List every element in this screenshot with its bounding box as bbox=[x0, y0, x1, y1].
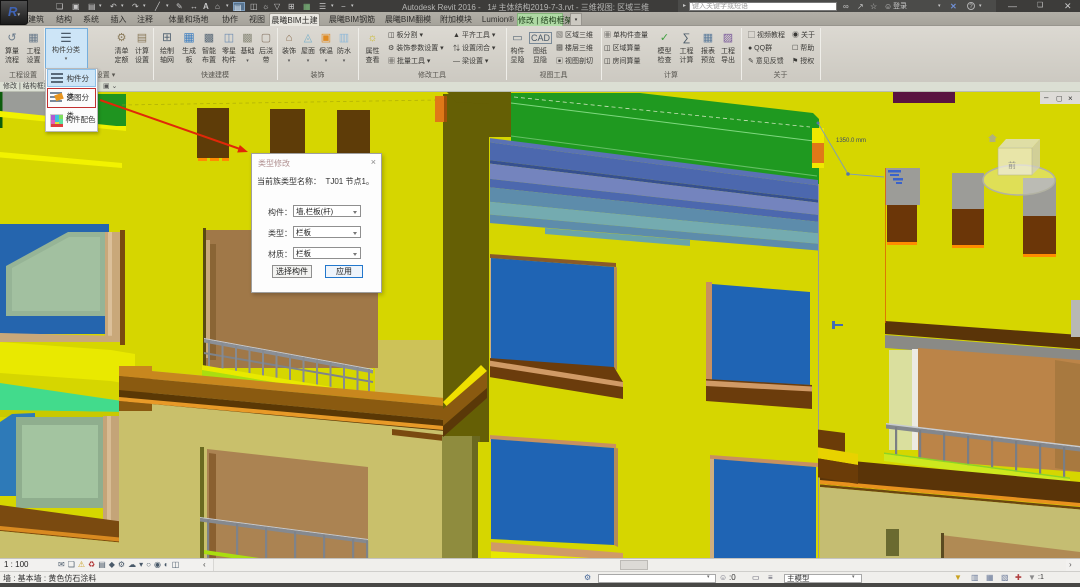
svg-text:×: × bbox=[1068, 94, 1073, 103]
svg-text:–: – bbox=[1044, 93, 1049, 102]
svg-text:▢: ▢ bbox=[1056, 96, 1063, 103]
svg-text:1350.0 mm: 1350.0 mm bbox=[836, 138, 866, 144]
svg-text:前: 前 bbox=[1008, 160, 1016, 170]
